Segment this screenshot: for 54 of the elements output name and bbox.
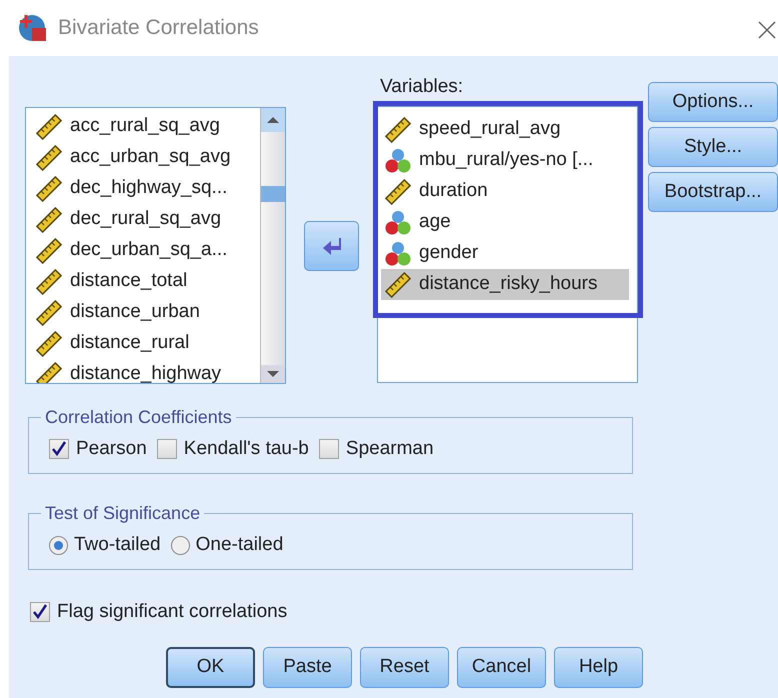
checkbox[interactable] [30,602,50,622]
variable-list[interactable]: acc_rural_sq_avg acc_urban_sq_avg dec_highway_sq... dec_rural_sq_avg dec_urban_sq_a... distance_total distance_urban distance_rural distance_highway [25,107,286,384]
group-title: Correlation Coefficients [44,406,233,429]
checkbox-label: Kendall's tau-b [184,436,309,461]
window-title: Bivariate Correlations [58,15,259,42]
checkbox[interactable] [318,439,339,459]
three-balls-icon [385,148,411,174]
variable-item[interactable]: distance_total [32,266,260,297]
scroll-up-icon[interactable] [261,108,285,132]
checkbox-label: Spearman [346,436,434,461]
scroll-thumb[interactable] [261,186,285,202]
variable-item[interactable]: mbu_rural/yes-no [... [381,145,629,176]
scrollbar[interactable] [260,108,285,383]
close-icon[interactable] [758,21,776,39]
radio-button[interactable] [49,536,68,554]
checkbox[interactable] [49,439,69,459]
dialog-button[interactable]: Cancel [457,646,546,688]
dialog-button[interactable]: OK [166,646,255,688]
variable-item[interactable]: distance_urban [32,297,260,328]
checkbox-label: Flag significant correlations [57,600,288,624]
variable-item[interactable]: distance_highway [32,359,260,383]
dialog-button[interactable]: Bootstrap... [648,172,778,212]
variable-item[interactable]: speed_rural_avg [381,114,629,145]
radio-button[interactable] [170,536,190,554]
variable-item[interactable]: acc_urban_sq_avg [32,142,260,173]
radio-label: Two-tailed [74,532,161,557]
dialog-button[interactable]: Help [554,646,643,688]
move-button[interactable] [304,221,359,271]
group-title: Test of Significance [44,502,202,525]
variable-item[interactable]: dec_highway_sq... [32,173,260,204]
checkmark-icon [32,604,48,620]
variable-item[interactable]: age [381,207,629,238]
dialog-button[interactable]: Paste [263,646,352,688]
variable-item[interactable]: duration [381,176,629,207]
app-icon [18,13,48,43]
three-balls-icon [385,210,411,236]
checkbox[interactable] [156,439,177,459]
dialog-button[interactable]: Reset [360,646,449,688]
scroll-down-icon[interactable] [261,365,285,383]
variable-item[interactable]: acc_rural_sq_avg [32,111,260,142]
dialog-button[interactable]: Style... [648,127,778,167]
return-arrow-icon [320,236,342,256]
variable-item[interactable]: distance_risky_hours [381,269,629,300]
variable-item[interactable]: distance_rural [32,328,260,359]
variable-item[interactable]: dec_rural_sq_avg [32,204,260,235]
dialog-button[interactable]: Options... [648,82,778,122]
radio-label: One-tailed [196,532,284,557]
variables-label: Variables: [379,76,464,98]
variable-item[interactable]: gender [381,238,629,269]
variable-item[interactable]: dec_urban_sq_a... [32,235,260,266]
checkbox-label: Pearson [76,436,147,461]
checkmark-icon [51,441,67,457]
variables-list[interactable]: speed_rural_avg mbu_rural/yes-no [... duration age gender distance_risky_hours [377,106,638,383]
three-balls-icon [385,240,411,266]
